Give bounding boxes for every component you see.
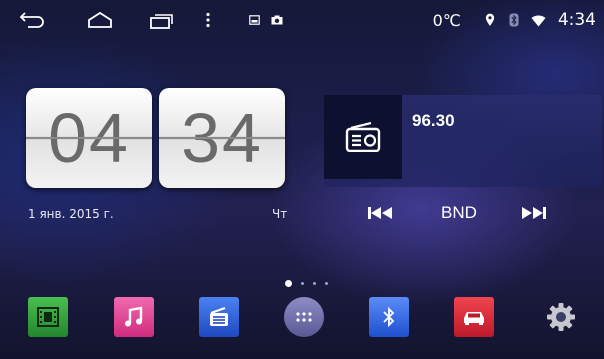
page-dot — [301, 282, 304, 285]
camera-icon — [271, 15, 283, 25]
app-dock — [0, 294, 604, 348]
page-dot-active — [285, 280, 292, 287]
clock-hours: 04 — [26, 88, 152, 188]
page-indicator — [285, 280, 337, 287]
overflow-menu-button[interactable] — [198, 9, 218, 31]
car-app-button[interactable] — [454, 297, 494, 337]
band-button[interactable]: BND — [434, 202, 484, 224]
settings-app-icon — [547, 303, 575, 331]
screenshot-icon — [248, 15, 260, 25]
status-indicators: 0℃ 4:34 — [433, 9, 596, 31]
band-label: BND — [441, 203, 477, 222]
status-bar: 0℃ 4:34 — [0, 0, 604, 40]
previous-button[interactable] — [360, 202, 400, 224]
bluetooth-app-button[interactable] — [369, 297, 409, 337]
radio-icon-box[interactable] — [324, 95, 402, 179]
music-app-icon — [125, 306, 143, 327]
bluetooth-app-icon — [383, 306, 395, 328]
temperature-readout: 0℃ — [432, 10, 461, 30]
recent-apps-button[interactable] — [142, 9, 182, 31]
radio-app-button[interactable] — [199, 297, 239, 337]
screenshot-notification[interactable] — [244, 9, 264, 31]
app-drawer-button[interactable] — [284, 297, 324, 337]
recent-apps-icon — [150, 14, 173, 29]
previous-icon — [368, 207, 392, 219]
page-dot — [313, 282, 316, 285]
video-app-icon — [37, 307, 59, 327]
location-icon — [485, 13, 495, 27]
home-button[interactable] — [80, 9, 120, 31]
status-clock: 4:34 — [557, 10, 596, 30]
radio-frequency: 96.30 — [412, 111, 455, 130]
flip-divider — [159, 137, 285, 139]
flip-divider — [26, 137, 152, 139]
wifi-icon — [531, 14, 546, 27]
date-label: 1 янв. 2015 г. — [28, 207, 114, 221]
camera-notification[interactable] — [266, 9, 288, 31]
page-dot — [325, 282, 328, 285]
car-app-icon — [464, 312, 484, 325]
bluetooth-status-icon — [509, 13, 519, 27]
next-button[interactable] — [514, 202, 554, 224]
overflow-menu-icon — [206, 12, 210, 28]
radio-panel[interactable]: 96.30 — [324, 95, 602, 187]
radio-widget: 96.30 BND — [324, 95, 602, 235]
app-drawer-icon — [296, 312, 312, 322]
radio-app-icon — [210, 307, 228, 326]
weekday-label: Чт — [272, 207, 288, 221]
next-icon — [522, 207, 546, 219]
home-icon — [88, 11, 112, 28]
radio-icon — [345, 122, 381, 152]
video-app-button[interactable] — [28, 297, 68, 337]
music-app-button[interactable] — [114, 297, 154, 337]
back-icon — [19, 12, 44, 28]
settings-app-button[interactable] — [541, 297, 581, 337]
clock-minutes: 34 — [159, 88, 285, 188]
back-button[interactable] — [12, 9, 52, 31]
